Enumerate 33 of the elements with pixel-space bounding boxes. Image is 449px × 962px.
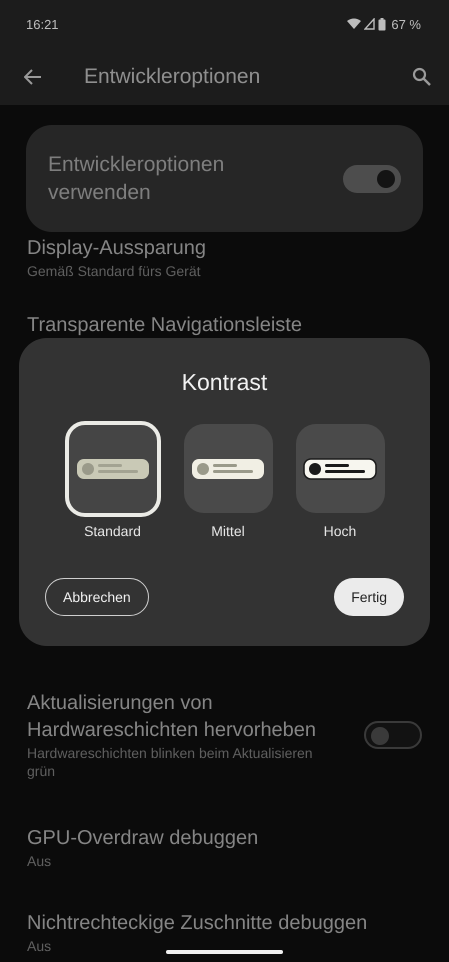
setting-subtitle: Aus: [27, 852, 52, 870]
dialog-title: Kontrast: [182, 368, 268, 396]
toggle-switch[interactable]: [343, 164, 401, 192]
toolbar-title: Entwickleroptionen: [84, 64, 262, 88]
contrast-preview-icon: [76, 458, 150, 480]
contrast-preview-icon: [303, 458, 377, 480]
setting-title[interactable]: Nichtrechteckige Zuschnitte debuggen: [27, 910, 368, 937]
option-label: Standard: [84, 523, 141, 539]
setting-subtitle: Aus: [27, 937, 52, 955]
signal-icon: [364, 18, 376, 30]
option-label: Mittel: [211, 523, 245, 539]
setting-card[interactable]: Entwickleroptionen verwenden: [26, 125, 423, 232]
contrast-option[interactable]: [184, 424, 272, 513]
setting-title[interactable]: Aktualisierungen von Hardwareschichten hervorheben: [27, 690, 352, 744]
battery-level: 67 %: [391, 16, 421, 32]
search-icon[interactable]: [412, 67, 431, 86]
back-arrow-icon[interactable]: [24, 68, 42, 84]
setting-title[interactable]: Display-Aussparung: [27, 235, 206, 262]
done-button[interactable]: Fertig: [334, 578, 404, 616]
battery-icon: [378, 18, 386, 30]
setting-title[interactable]: Transparente Navigationsleiste: [27, 313, 302, 337]
setting-subtitle: Gemäß Standard fürs Gerät: [27, 262, 201, 280]
status-time: 16:21: [26, 16, 59, 32]
contrast-option[interactable]: [64, 421, 160, 517]
contrast-option[interactable]: [296, 424, 384, 513]
cancel-button[interactable]: Abbrechen: [45, 578, 149, 616]
setting-title: Entwickleroptionen verwenden: [48, 152, 226, 206]
setting-title[interactable]: GPU-Overdraw debuggen: [27, 825, 258, 852]
option-label: Hoch: [324, 523, 356, 539]
wifi-icon: [347, 18, 362, 30]
setting-subtitle: Hardwareschichten blinken beim Aktualisieren grün: [27, 744, 314, 780]
contrast-preview-icon: [191, 458, 265, 480]
toggle-switch[interactable]: [364, 721, 422, 749]
